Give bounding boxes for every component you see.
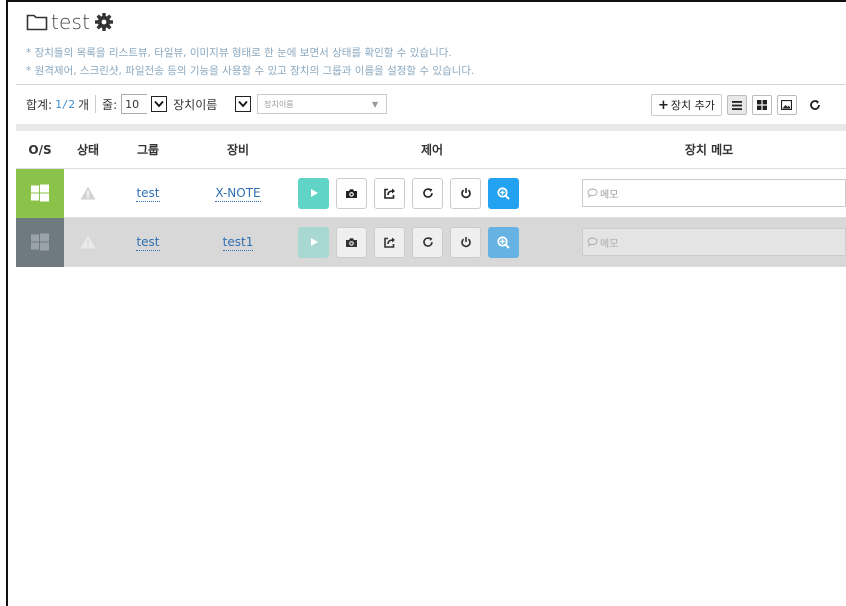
share-icon — [384, 188, 395, 199]
sort-select[interactable]: 장치이름 — [173, 96, 252, 113]
file-transfer-button[interactable] — [374, 177, 405, 209]
camera-icon — [346, 237, 357, 247]
zoom-button[interactable] — [488, 226, 519, 258]
refresh-icon — [810, 100, 820, 110]
zoom-button[interactable] — [488, 177, 519, 209]
image-view-button[interactable] — [776, 95, 797, 115]
column-header-status: 상태 — [76, 143, 100, 157]
plus-icon: + — [658, 97, 669, 113]
chevron-down-icon[interactable] — [235, 96, 252, 112]
page-description-1: * 장치들의 목록을 리스트뷰, 타일뷰, 이미지뷰 형태로 한 눈에 보면서 … — [26, 47, 452, 59]
zoom-in-icon — [497, 235, 510, 249]
page-title: test — [51, 10, 91, 34]
sort-value: 장치이름 — [173, 97, 218, 112]
group-link[interactable]: test — [112, 186, 184, 202]
windows-icon — [31, 184, 49, 202]
list-view-button[interactable] — [726, 95, 747, 115]
list-toolbar: 합계: 1/2 개 줄: 10 장치이름 장치이름 ▼ — [26, 91, 388, 117]
column-header-memo: 장치 메모 — [684, 143, 734, 157]
comment-icon — [587, 188, 598, 198]
group-link[interactable]: test — [112, 235, 184, 251]
table-header: O/S 상태 그룹 장비 제어 장치 메모 — [16, 131, 846, 169]
share-icon — [384, 237, 395, 248]
toolbar-divider — [95, 95, 97, 113]
list-icon — [731, 100, 742, 110]
device-name[interactable]: X-NOTE — [215, 186, 261, 202]
column-header-os: O/S — [28, 142, 52, 157]
screenshot-button[interactable] — [336, 177, 367, 209]
add-device-button[interactable]: + 장치 추가 — [651, 94, 722, 116]
image-icon — [781, 100, 793, 110]
memo-cell: 메모 — [572, 179, 846, 207]
reload-icon — [422, 188, 433, 198]
window-border-left — [6, 0, 8, 606]
group-name[interactable]: test — [136, 186, 160, 202]
page-header: test — [26, 10, 114, 34]
column-header-control: 제어 — [420, 143, 444, 157]
table-top-band — [16, 124, 846, 131]
memo-cell: 메모 — [572, 228, 846, 256]
power-button[interactable] — [450, 177, 481, 209]
search-select[interactable]: 장치이름 ▼ — [257, 94, 388, 114]
folder-icon — [26, 13, 48, 31]
windows-icon — [31, 233, 49, 251]
warning-icon — [80, 235, 96, 249]
play-icon — [310, 189, 318, 197]
search-placeholder: 장치이름 — [264, 99, 294, 109]
os-cell — [16, 217, 64, 267]
os-cell — [16, 168, 64, 218]
reload-icon — [422, 237, 433, 247]
control-cell — [292, 177, 572, 209]
memo-placeholder: 메모 — [600, 238, 619, 250]
tile-view-button[interactable] — [751, 95, 772, 115]
remote-control-button[interactable] — [298, 177, 329, 209]
power-icon — [460, 237, 471, 248]
restart-button[interactable] — [412, 226, 443, 258]
total-unit: 개 — [78, 97, 90, 112]
group-name[interactable]: test — [136, 235, 160, 251]
window-border-top — [6, 0, 846, 2]
device-name[interactable]: test1 — [222, 235, 254, 251]
table-row: test X-NOTE 메모 — [16, 168, 846, 218]
add-device-label: 장치 추가 — [670, 99, 715, 112]
file-transfer-button[interactable] — [374, 226, 405, 258]
camera-icon — [346, 188, 357, 198]
rows-label: 줄: — [102, 97, 118, 112]
memo-input[interactable]: 메모 — [582, 228, 846, 256]
restart-button[interactable] — [412, 177, 443, 209]
status-cell — [64, 186, 112, 200]
total-label: 합계: — [26, 97, 53, 112]
device-link[interactable]: test1 — [184, 235, 292, 251]
gear-icon[interactable] — [94, 12, 114, 32]
screenshot-button[interactable] — [336, 226, 367, 258]
control-cell — [292, 226, 572, 258]
status-cell — [64, 235, 112, 249]
warning-icon — [80, 186, 96, 200]
refresh-button[interactable] — [804, 95, 825, 115]
remote-control-button[interactable] — [298, 226, 329, 258]
power-button[interactable] — [450, 226, 481, 258]
comment-icon — [587, 237, 598, 247]
table-row: test test1 메모 — [16, 217, 846, 267]
chevron-down-icon[interactable] — [151, 96, 168, 112]
memo-input[interactable]: 메모 — [582, 179, 846, 207]
column-header-group: 그룹 — [136, 143, 160, 157]
column-header-device: 장비 — [226, 143, 250, 157]
header-divider — [16, 84, 846, 85]
grid-icon — [756, 100, 767, 110]
total-count: 1/2 — [55, 97, 75, 111]
caret-down-icon: ▼ — [371, 99, 379, 109]
device-table: O/S 상태 그룹 장비 제어 장치 메모 test X-NOTE 메모 tes… — [16, 131, 846, 267]
memo-placeholder: 메모 — [600, 189, 619, 201]
play-icon — [310, 238, 318, 246]
rows-per-page-select[interactable]: 10 — [121, 94, 168, 114]
rows-per-page-value: 10 — [121, 94, 148, 114]
device-link[interactable]: X-NOTE — [184, 186, 292, 202]
zoom-in-icon — [497, 186, 510, 200]
view-tools: + 장치 추가 — [651, 94, 825, 116]
power-icon — [460, 188, 471, 199]
page-description-2: * 원격제어, 스크린샷, 파일전송 등의 기능을 사용할 수 있고 장치의 그… — [26, 65, 475, 77]
